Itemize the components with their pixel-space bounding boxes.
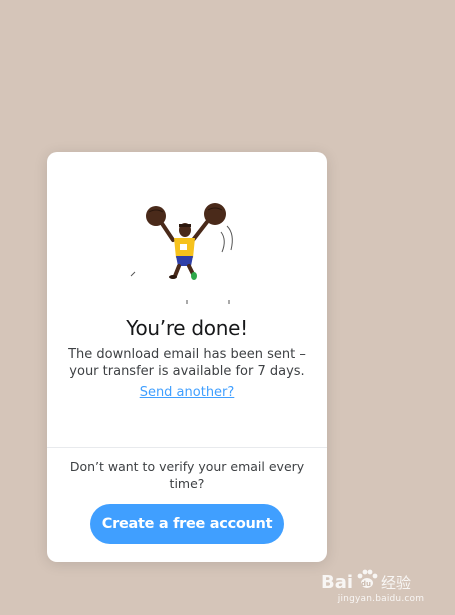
create-account-button[interactable]: Create a free account	[90, 504, 284, 544]
cheering-runner-illustration	[130, 203, 233, 304]
send-another-link[interactable]: Send another?	[47, 385, 327, 400]
watermark-url: jingyan.baidu.com	[337, 594, 425, 604]
verify-email-prompt: Don’t want to verify your email every ti…	[61, 458, 313, 492]
success-message-line: your transfer is available for 7 days.	[69, 364, 305, 379]
prompt-line: time?	[169, 476, 205, 491]
svg-text:du: du	[361, 580, 371, 588]
divider	[47, 447, 327, 448]
success-message-line: The download email has been sent –	[68, 347, 306, 362]
svg-text:Bai: Bai	[321, 572, 353, 593]
baidu-logo-icon: Bai du 经验	[321, 569, 411, 593]
success-title: You’re done!	[126, 316, 248, 340]
baidu-watermark: Bai du 经验 jingyan.baidu.com	[321, 567, 441, 607]
success-modal: You’re done! The download email has been…	[47, 152, 327, 562]
svg-text:经验: 经验	[381, 574, 411, 592]
prompt-line: Don’t want to verify your email every	[69, 459, 305, 474]
success-message: The download email has been sent – your …	[61, 346, 313, 380]
